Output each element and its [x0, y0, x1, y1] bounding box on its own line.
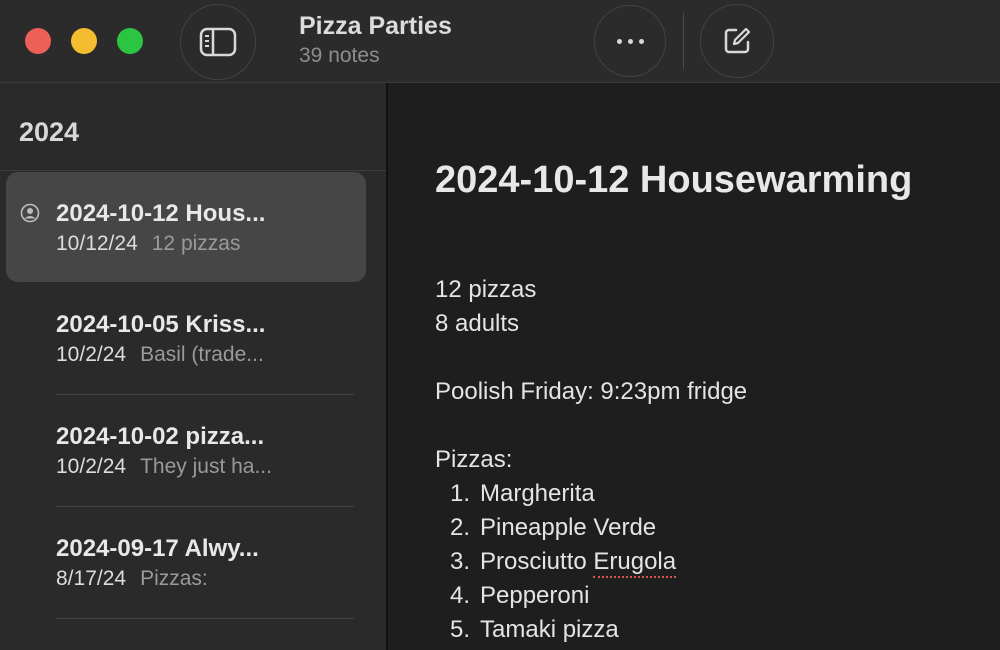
- note-line[interactable]: Pizzas:: [435, 446, 512, 474]
- note-item-date: 10/2/24: [56, 343, 127, 366]
- list-number: 4.: [450, 582, 471, 609]
- zoom-window-button[interactable]: [117, 28, 143, 54]
- note-item-date: 8/17/24: [56, 567, 127, 590]
- note-list-item-selected[interactable]: 2024-10-12 Hous... 10/12/24 12 pizzas: [6, 172, 366, 282]
- note-list-item[interactable]: 2024-10-02 pizza... 10/2/24 They just ha.…: [6, 395, 366, 505]
- notes-list: 2024 2024-10-12 Hous... 10/12/24 12 pizza…: [0, 83, 386, 650]
- ellipsis-icon: [616, 38, 644, 44]
- section-header: 2024: [19, 117, 80, 147]
- note-item-title: 2024-10-12 Hous...: [56, 200, 266, 227]
- new-note-button[interactable]: [700, 4, 774, 78]
- note-item-preview: Pizzas:: [140, 567, 208, 590]
- list-item[interactable]: 4. Pepperoni: [450, 582, 589, 610]
- list-item[interactable]: 3. Prosciutto Erugola: [450, 548, 677, 578]
- note-item-meta: 10/2/24 They just ha...: [56, 455, 272, 479]
- sidebar-icon: [199, 27, 237, 57]
- note-item-date: 10/2/24: [56, 455, 127, 478]
- list-number: 1.: [450, 480, 471, 507]
- note-item-title: 2024-10-02 pizza...: [56, 423, 265, 450]
- note-line[interactable]: 8 adults: [435, 310, 519, 338]
- list-number: 5.: [450, 616, 471, 643]
- toggle-sidebar-button[interactable]: [180, 4, 256, 80]
- list-text: Pepperoni: [480, 582, 590, 609]
- list-item[interactable]: 2. Pineapple Verde: [450, 514, 656, 542]
- note-title[interactable]: 2024-10-12 Housewarming: [435, 159, 912, 202]
- misspelled-word[interactable]: Erugola: [593, 548, 677, 578]
- list-separator: [56, 618, 354, 619]
- note-list-item[interactable]: 2024-09-17 Alwy... 8/17/24 Pizzas:: [6, 507, 366, 617]
- more-options-button[interactable]: [594, 5, 666, 77]
- toolbar: Pizza Parties 39 notes: [0, 0, 1000, 83]
- list-number: 2.: [450, 514, 471, 541]
- note-line[interactable]: 12 pizzas: [435, 276, 536, 304]
- compose-icon: [724, 27, 751, 54]
- note-list-item[interactable]: 2024-10-05 Kriss... 10/2/24 Basil (trade.…: [6, 283, 366, 393]
- list-text: Prosciutto: [480, 548, 594, 575]
- note-editor[interactable]: 2024-10-12 Housewarming 12 pizzas 8 adul…: [388, 83, 1000, 650]
- list-item[interactable]: 1. Margherita: [450, 480, 595, 508]
- list-text: Pineapple Verde: [480, 514, 657, 541]
- toolbar-divider: [683, 13, 684, 69]
- note-line[interactable]: Poolish Friday: 9:23pm fridge: [435, 378, 747, 406]
- note-item-preview: 12 pizzas: [151, 232, 241, 255]
- note-item-title: 2024-10-05 Kriss...: [56, 311, 266, 338]
- note-item-preview: Basil (trade...: [140, 343, 264, 366]
- list-text: Tamaki pizza: [480, 616, 619, 643]
- list-text: Margherita: [480, 480, 595, 507]
- note-count: 39 notes: [299, 44, 380, 67]
- minimize-window-button[interactable]: [71, 28, 97, 54]
- note-item-preview: They just ha...: [140, 455, 272, 478]
- note-item-title: 2024-09-17 Alwy...: [56, 535, 259, 562]
- shared-person-icon: [20, 203, 40, 223]
- note-item-date: 10/12/24: [56, 232, 138, 255]
- note-item-meta: 10/2/24 Basil (trade...: [56, 343, 264, 367]
- note-item-meta: 10/12/24 12 pizzas: [56, 232, 240, 256]
- folder-title: Pizza Parties: [299, 12, 452, 40]
- section-divider: [0, 170, 386, 171]
- close-window-button[interactable]: [25, 28, 51, 54]
- list-number: 3.: [450, 548, 471, 575]
- list-item[interactable]: 5. Tamaki pizza: [450, 616, 619, 644]
- note-item-meta: 8/17/24 Pizzas:: [56, 567, 208, 591]
